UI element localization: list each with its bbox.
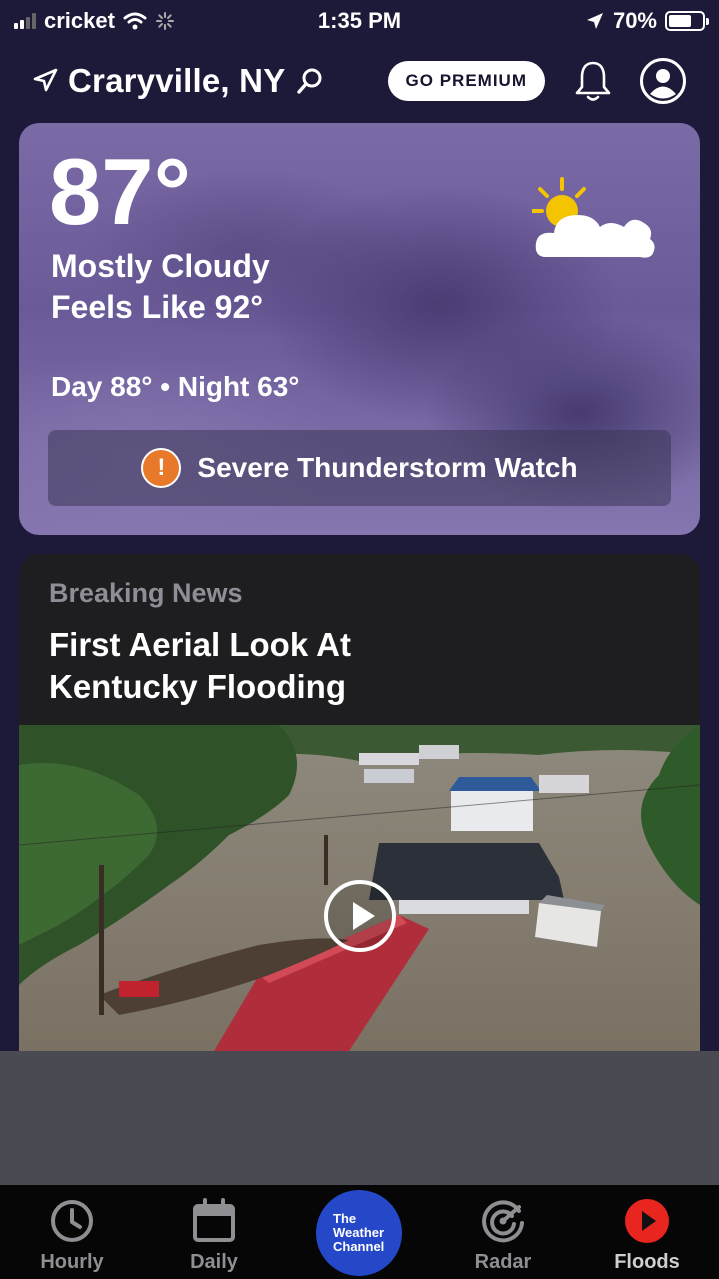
logo-line3: Channel [333,1239,385,1254]
condition-text: Mostly Cloudy [51,248,270,284]
app-header: Craryville, NY GO PREMIUM [0,50,719,112]
tab-hourly[interactable]: Hourly [17,1185,127,1279]
tab-label: Hourly [40,1251,104,1273]
status-left: cricket [14,8,175,34]
play-icon [625,1199,669,1243]
tab-floods[interactable]: Floods [592,1185,702,1279]
play-video-icon[interactable] [322,878,398,954]
battery-icon [665,11,709,31]
alert-icon: ! [141,448,182,488]
weather-channel-logo[interactable]: The Weather Channel [316,1190,402,1276]
calendar-icon [193,1198,235,1242]
breaking-news-card[interactable]: Breaking News First Aerial Look At Kentu… [19,554,700,1051]
wifi-icon [123,12,147,30]
current-temperature: 87° [49,139,192,244]
day-night-temps: Day 88° • Night 63° [51,371,300,402]
status-bar: cricket 1:35 PM 70% [0,0,719,42]
feels-like-text: Feels Like 92° [51,289,264,325]
status-right: 70% [585,8,709,34]
condition-block: Mostly Cloudy Feels Like 92° [51,246,270,328]
location-services-icon [586,13,603,29]
loading-spinner-icon [155,12,174,30]
logo-line2: Weather [333,1225,385,1240]
ad-placeholder-area [0,1051,719,1185]
tab-label: Daily [190,1251,238,1273]
battery-percent: 70% [612,8,657,33]
tab-daily[interactable]: Daily [159,1185,269,1279]
profile-icon[interactable] [639,57,687,105]
alert-text: Severe Thunderstorm Watch [197,452,578,483]
signal-strength-icon [14,13,36,29]
search-icon[interactable] [295,66,325,96]
news-headline-line1: First Aerial Look At [49,626,351,663]
news-kicker: Breaking News [49,578,243,608]
clock-icon [51,1200,93,1242]
current-conditions-card[interactable]: 87° Mostly Cloudy Feels Like 92° Day 88°… [19,123,700,535]
location-name[interactable]: Craryville, NY [68,62,285,100]
location-arrow-icon[interactable] [32,68,58,94]
severe-weather-alert[interactable]: ! Severe Thunderstorm Watch [48,430,671,506]
news-headline-line2: Kentucky Flooding [49,668,346,705]
go-premium-button[interactable]: GO PREMIUM [387,61,545,101]
partly-cloudy-icon [532,177,655,258]
tab-radar[interactable]: Radar [448,1185,558,1279]
logo-line1: The [333,1211,357,1226]
tab-label: Floods [614,1251,680,1273]
carrier-name: cricket [44,8,115,33]
news-headline[interactable]: First Aerial Look At Kentucky Flooding [49,624,649,708]
tab-label: Radar [474,1251,532,1273]
radar-icon [482,1200,524,1243]
bell-icon[interactable] [573,59,613,103]
